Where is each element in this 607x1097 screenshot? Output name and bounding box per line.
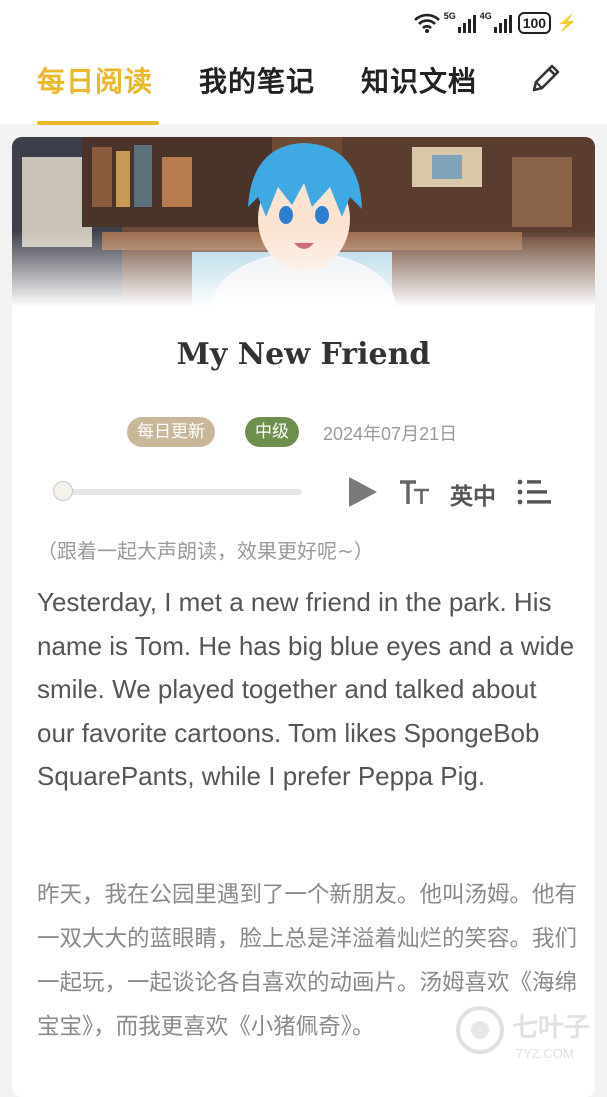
audio-player: 英中 — [12, 474, 595, 518]
english-paragraph: Yesterday, I met a new friend in the par… — [37, 587, 575, 791]
article-title: My New Friend — [176, 337, 431, 372]
svg-text:7YZ.COM: 7YZ.COM — [516, 1046, 574, 1061]
watermark-logo: 七叶子 7YZ.COM — [456, 1006, 590, 1061]
status-icons: 5G 4G 100 ⚡ — [413, 11, 577, 35]
tab-my-notes[interactable]: 我的笔记 — [199, 60, 315, 100]
article-cover-image — [12, 137, 595, 307]
active-tab-indicator — [37, 121, 159, 125]
charging-icon: ⚡ — [557, 15, 577, 32]
header: 每日阅读 我的笔记 知识文档 — [0, 46, 607, 125]
level-badge: 中级 — [245, 417, 299, 447]
article-meta: 每日更新 中级 2024年07月21日 — [12, 417, 595, 447]
status-bar: 5G 4G 100 ⚡ — [0, 0, 607, 46]
daily-update-badge: 每日更新 — [127, 417, 215, 447]
progress-handle[interactable] — [53, 481, 73, 501]
tab-daily-reading[interactable]: 每日阅读 — [37, 60, 153, 100]
wifi-icon — [413, 13, 440, 33]
pencil-icon[interactable] — [528, 60, 564, 96]
progress-track[interactable] — [64, 489, 302, 495]
svg-text:七叶子: 七叶子 — [512, 1013, 590, 1043]
battery-icon: 100 — [517, 12, 552, 34]
play-icon[interactable] — [345, 475, 379, 509]
language-toggle[interactable]: 英中 — [450, 477, 496, 511]
signal-5g-icon: 5G — [444, 11, 476, 33]
publish-date: 2024年07月21日 — [323, 424, 458, 444]
tab-knowledge-docs[interactable]: 知识文档 — [361, 60, 477, 100]
font-size-icon[interactable] — [399, 477, 431, 507]
signal-4g-icon: 4G — [480, 11, 512, 33]
list-icon[interactable] — [517, 478, 551, 506]
article-card: My New Friend 每日更新 中级 2024年07月21日 英中 （跟着… — [12, 137, 595, 1097]
read-aloud-hint: （跟着一起大声朗读，效果更好呢~） — [37, 539, 374, 563]
